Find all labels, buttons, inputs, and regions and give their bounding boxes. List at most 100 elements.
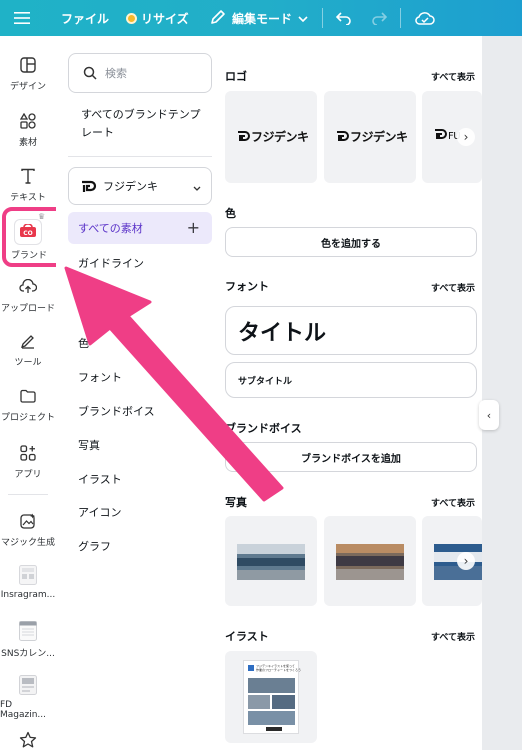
nav-graphs[interactable]: グラフ [78, 538, 111, 554]
pencil-icon [210, 9, 226, 28]
text-icon [18, 166, 38, 186]
brand-kit-selector[interactable]: フジデンキ [68, 167, 212, 205]
rail-item-instagram-app[interactable]: Insragram... [0, 564, 56, 600]
logo-tile[interactable]: フジデンキ [324, 91, 416, 183]
topbar-divider [400, 8, 401, 28]
rail-label: マジック生成 [0, 538, 55, 548]
logo-tile[interactable]: フジデンキ [225, 91, 317, 183]
rail-label: ブランド [10, 251, 47, 261]
section-title-fonts: フォント [225, 280, 269, 293]
nav-brand-voice[interactable]: ブランドボイス [78, 403, 155, 419]
section-title-colors: 色 [225, 207, 236, 220]
svg-text:CO: CO [23, 230, 33, 237]
font-subheading-preview[interactable]: サブタイトル [225, 362, 477, 398]
brand-side-panel [56, 36, 216, 750]
panel-divider [68, 156, 212, 157]
nav-illustrations[interactable]: イラスト [78, 471, 122, 487]
design-canvas-area [482, 36, 522, 750]
rail-label: FD Magazin... [0, 700, 47, 720]
chevron-right-icon[interactable]: › [457, 552, 475, 570]
nav-all-assets[interactable]: すべての素材 + [68, 212, 212, 244]
rail-item-projects[interactable]: プロジェクト [0, 386, 56, 423]
rail-label: ツール [14, 358, 42, 368]
search-icon [83, 66, 97, 80]
illustration-image [248, 695, 270, 709]
nav-fonts[interactable]: フォント [78, 369, 122, 385]
rail-item-brand[interactable]: CO [15, 220, 41, 244]
all-brand-templates-link[interactable]: すべてのブランドテンプレート [81, 106, 206, 142]
add-brand-voice-button[interactable]: ブランドボイスを追加 [225, 442, 477, 472]
rail-label: Insragram... [0, 590, 56, 600]
footer-logo [266, 727, 282, 731]
rail-label: テキスト [10, 193, 46, 203]
rail-item-apps[interactable]: アプリ [0, 443, 56, 480]
chevron-right-icon[interactable]: › [457, 128, 475, 146]
rail-item-elements[interactable]: 素材 [0, 111, 56, 148]
collapse-panel-button[interactable]: ‹ [479, 400, 499, 430]
photo-tile[interactable] [225, 516, 317, 606]
rail-label: デザイン [9, 82, 46, 92]
nav-icons[interactable]: アイコン [78, 504, 121, 520]
magazine-app-icon [18, 674, 38, 696]
see-all-illustrations-link[interactable]: すべて表示 [431, 630, 475, 643]
illustration-image [248, 678, 295, 693]
font-heading-preview[interactable]: タイトル [225, 306, 477, 355]
magic-media-icon [18, 511, 38, 531]
rail-item-uploads[interactable]: アップロード [0, 277, 56, 314]
nav-guidelines[interactable]: ガイドライン [78, 255, 144, 271]
undo-icon[interactable] [336, 0, 352, 36]
cloud-saved-icon[interactable] [415, 0, 435, 36]
redo-icon[interactable] [371, 0, 387, 36]
brand-icon: CO [19, 222, 37, 242]
apps-icon [18, 443, 38, 463]
section-title-logo: ロゴ [225, 70, 247, 83]
rail-item-text[interactable]: テキスト [0, 166, 56, 203]
store-photo [336, 544, 404, 580]
brand-kit-name: フジデンキ [103, 180, 158, 193]
resize-button[interactable]: リサイズ [126, 0, 189, 36]
brand-mark-icon [248, 665, 254, 671]
nav-photos[interactable]: 写真 [78, 437, 100, 453]
crown-icon: ♛ [38, 212, 46, 221]
rail-divider [8, 494, 48, 495]
chevron-left-icon: ‹ [486, 408, 492, 422]
search-input[interactable]: 検索 [68, 53, 212, 93]
illustration-document: フジデンキイラストを使って 作業のフローチャートをつくろう [243, 660, 301, 734]
rail-item-magic-media[interactable]: マジック生成 [0, 511, 56, 548]
logo-wordmark: フジデンキ [237, 128, 309, 145]
premium-crown-icon [126, 12, 137, 24]
star-icon [18, 730, 38, 750]
chevron-down-icon [193, 181, 201, 194]
search-placeholder: 検索 [105, 67, 127, 80]
photo-tile[interactable] [324, 516, 416, 606]
see-all-logos-link[interactable]: すべて表示 [431, 70, 475, 83]
illustration-tile[interactable]: フジデンキイラストを使って 作業のフローチャートをつくろう [225, 651, 317, 743]
illustration-image [248, 711, 295, 725]
rail-label: 素材 [18, 138, 37, 148]
hamburger-menu-icon[interactable] [14, 0, 40, 36]
instagram-app-icon [18, 564, 38, 586]
see-all-fonts-link[interactable]: すべて表示 [431, 281, 475, 294]
folder-icon [18, 386, 38, 406]
logo-wordmark: フジデンキ [336, 128, 408, 145]
rail-item-tools[interactable]: ツール [0, 331, 56, 368]
plus-icon[interactable]: + [187, 218, 200, 237]
file-menu[interactable]: ファイル [61, 0, 109, 36]
illustration-caption: フジデンキイラストを使って 作業のフローチャートをつくろう [256, 664, 301, 672]
add-color-button[interactable]: 色を追加する [225, 227, 477, 257]
rail-item-fd-magazine-app[interactable]: FD Magazin... [0, 674, 56, 720]
rail-item-sns-calendar-app[interactable]: SNSカレン... [0, 620, 56, 659]
section-title-brand-voice: ブランドボイス [225, 422, 302, 435]
calendar-app-icon [18, 620, 38, 642]
rail-item-design[interactable]: デザイン [0, 55, 56, 92]
edit-mode-dropdown[interactable]: 編集モード [210, 0, 308, 36]
rail-label: プロジェクト [0, 413, 55, 423]
rail-label: アップロード [0, 304, 55, 314]
cloud-upload-icon [18, 277, 38, 297]
nav-colors[interactable]: 色 [78, 335, 89, 351]
rail-item-starred[interactable] [0, 730, 56, 750]
section-title-photos: 写真 [225, 496, 247, 509]
resize-label: リサイズ [141, 11, 189, 26]
brand-logo-icon [79, 177, 97, 195]
see-all-photos-link[interactable]: すべて表示 [431, 496, 475, 509]
